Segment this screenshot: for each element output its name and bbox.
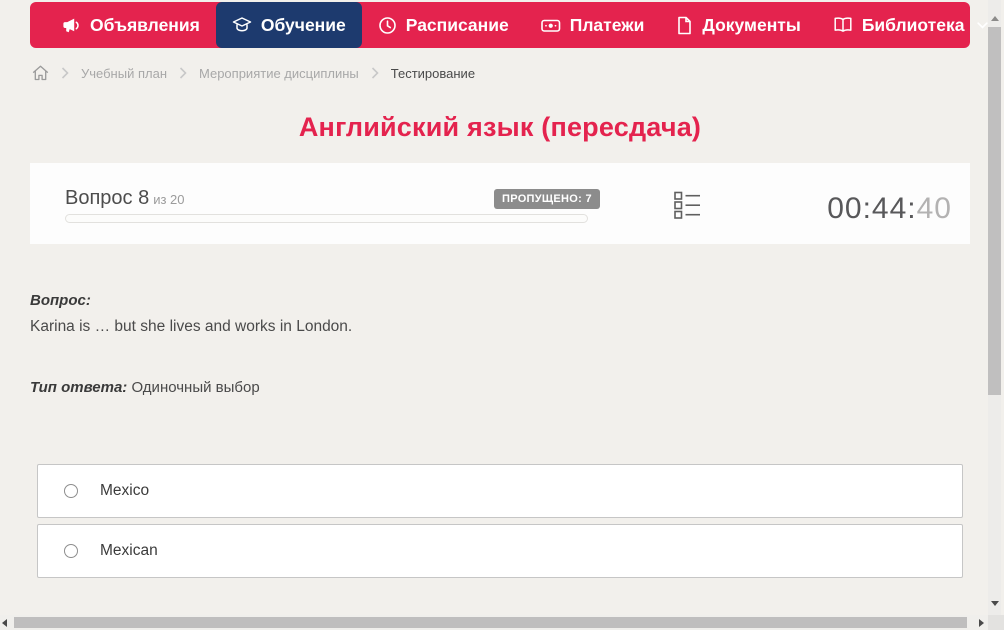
scroll-down-arrow-icon[interactable] [991,601,999,606]
timer: 00:44:40 [827,192,952,226]
question-text: Karina is … but she lives and works in L… [30,318,353,335]
question-list-icon[interactable] [674,191,701,220]
megaphone-icon [62,16,81,35]
scrollbar-corner [988,615,1004,630]
nav-item-label: Библиотека [861,14,965,35]
chevron-down-icon [977,21,989,29]
scroll-up-arrow-icon[interactable] [991,16,999,21]
banknote-icon [540,16,561,35]
vertical-scrollbar[interactable] [988,0,1001,615]
skipped-badge: ПРОПУЩЕНО: 7 [494,189,600,209]
nav-item-label: Объявления [90,14,200,35]
answer-option-label: Mexican [100,542,158,559]
timer-seconds: 40 [916,192,952,225]
answer-type-label: Тип ответа: [30,379,128,396]
horizontal-scrollbar[interactable] [0,615,988,630]
nav-item-library[interactable]: Библиотека [817,2,1004,48]
nav-item-documents[interactable]: Документы [660,2,816,48]
chevron-right-icon [61,67,69,79]
document-icon [676,16,693,35]
main-navigation-bar: Объявления Обучение Расписание Платежи Д… [30,2,989,48]
question-prompt-label: Вопрос: [30,292,91,309]
nav-item-label: Платежи [569,14,645,35]
question-number: Вопрос 8 из 20 [65,187,185,210]
scroll-right-arrow-icon[interactable] [979,619,984,627]
nav-item-payments[interactable]: Платежи [525,2,661,48]
nav-item-announcements[interactable]: Объявления [46,2,216,48]
breadcrumb-item-testing: Тестирование [390,65,476,81]
graduation-cap-icon [232,16,252,34]
answer-option-mexican[interactable]: Mexican [37,524,963,578]
open-book-icon [833,16,853,34]
question-number-text: Вопрос 8 [65,187,150,209]
timer-hours-minutes: 00:44: [827,192,917,225]
radio-button[interactable] [64,484,78,498]
radio-button[interactable] [64,544,78,558]
breadcrumb: Учебный план Мероприятие дисциплины Тест… [32,63,475,83]
home-icon[interactable] [32,65,49,81]
answer-option-label: Mexico [100,482,150,499]
horizontal-scrollbar-thumb[interactable] [14,617,967,628]
breadcrumb-item-discipline-event[interactable]: Мероприятие дисциплины [199,66,359,81]
question-progress-bar [65,214,588,223]
breadcrumb-item-curriculum[interactable]: Учебный план [81,66,167,81]
question-header-panel: Вопрос 8 из 20 ПРОПУЩЕНО: 7 00:44:40 [30,163,970,244]
nav-item-learning[interactable]: Обучение [215,2,362,48]
clock-icon [378,16,397,35]
scroll-left-arrow-icon[interactable] [2,619,7,627]
nav-item-label: Обучение [260,14,346,35]
nav-item-schedule[interactable]: Расписание [362,2,525,48]
chevron-right-icon [179,67,187,79]
page-title: Английский язык (пересдача) [298,112,702,142]
question-of-total: из 20 [153,192,185,207]
nav-item-label: Расписание [405,14,509,35]
vertical-scrollbar-thumb[interactable] [988,27,1001,395]
chevron-right-icon [371,67,379,79]
answer-type-line: Тип ответа: Одиночный выбор [30,379,260,396]
nav-item-label: Документы [702,14,801,35]
answer-type-value: Одиночный выбор [131,379,260,396]
answer-option-mexico[interactable]: Mexico [37,464,963,518]
